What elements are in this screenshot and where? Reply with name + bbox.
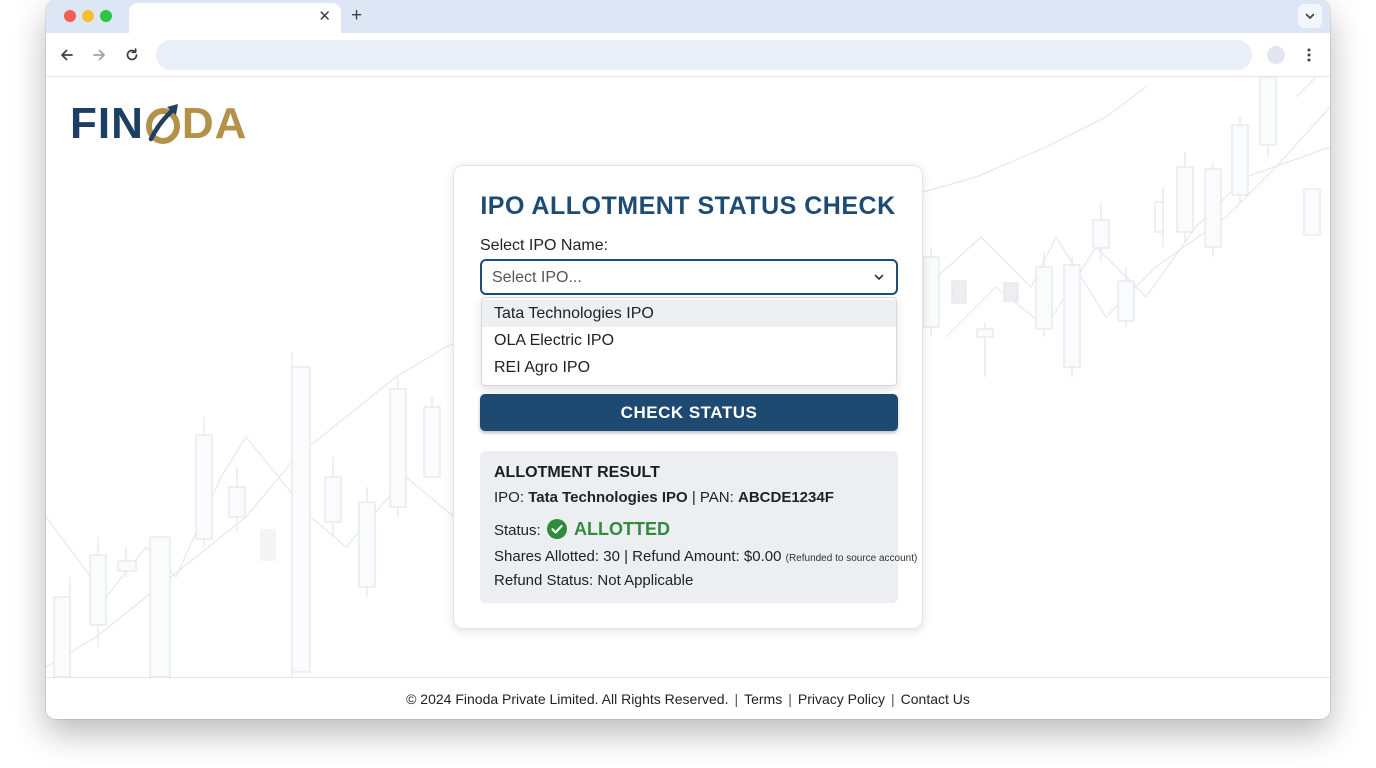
privacy-policy-link[interactable]: Privacy Policy <box>798 691 885 707</box>
result-refund-status: Refund Status: Not Applicable <box>494 572 694 589</box>
chevron-down-icon <box>874 274 884 280</box>
maximize-window-button[interactable] <box>100 10 112 22</box>
close-icon[interactable]: ✕ <box>318 8 331 26</box>
dropdown-option-ola[interactable]: OLA Electric IPO <box>482 327 896 354</box>
active-tab[interactable]: ✕ <box>129 3 341 33</box>
check-status-button[interactable]: CHECK STATUS <box>480 394 898 431</box>
chevron-down-icon <box>1305 13 1315 19</box>
arrow-left-icon <box>61 49 73 61</box>
logo-growth-arrow-icon <box>145 101 181 147</box>
ipo-status-card: IPO ALLOTMENT STATUS CHECK Select IPO Na… <box>453 165 923 629</box>
back-button[interactable] <box>57 45 77 65</box>
select-placeholder: Select IPO... <box>492 269 582 286</box>
result-status-line: Status: ALLOTTED <box>494 519 671 540</box>
ipo-select[interactable]: Select IPO... <box>480 259 898 295</box>
more-vertical-icon <box>1307 48 1311 62</box>
close-window-button[interactable] <box>64 10 76 22</box>
tab-search-button[interactable] <box>1298 4 1322 28</box>
browser-menu-button[interactable] <box>1300 45 1318 65</box>
forward-button[interactable] <box>89 45 109 65</box>
reload-button[interactable] <box>122 45 142 65</box>
browser-window: ✕ + FIN DA IPO ALLOTMENT STATUS CHECK Se… <box>46 0 1330 719</box>
result-pan-value: ABCDE1234F <box>737 489 834 506</box>
status-badge: ALLOTTED <box>574 519 671 539</box>
reload-icon <box>126 48 138 61</box>
copyright-text: © 2024 Finoda Private Limited. All Right… <box>406 690 729 707</box>
tab-strip: ✕ + <box>46 0 1330 33</box>
result-ipo-value: Tata Technologies IPO <box>528 489 688 506</box>
plus-icon[interactable]: + <box>351 5 362 27</box>
result-title: ALLOTMENT RESULT <box>494 464 660 481</box>
dropdown-option-rei[interactable]: REI Agro IPO <box>482 354 896 381</box>
browser-toolbar <box>46 33 1330 77</box>
ipo-dropdown-list: Tata Technologies IPO OLA Electric IPO R… <box>481 297 897 386</box>
profile-avatar[interactable] <box>1267 46 1285 64</box>
result-ipo-line: IPO: Tata Technologies IPO | PAN: ABCDE1… <box>494 489 834 506</box>
terms-link[interactable]: Terms <box>744 691 782 707</box>
page-footer: © 2024 Finoda Private Limited. All Right… <box>46 677 1330 719</box>
arrow-right-icon <box>93 49 105 61</box>
select-ipo-label: Select IPO Name: <box>480 237 609 254</box>
page-content: FIN DA IPO ALLOTMENT STATUS CHECK Select… <box>46 77 1330 719</box>
page-title: IPO ALLOTMENT STATUS CHECK <box>480 192 896 220</box>
contact-us-link[interactable]: Contact Us <box>901 691 970 707</box>
refund-note: (Refunded to source account) <box>785 553 918 564</box>
dropdown-option-tata[interactable]: Tata Technologies IPO <box>482 300 896 327</box>
allotment-result-panel: ALLOTMENT RESULT IPO: Tata Technologies … <box>480 451 917 603</box>
check-circle-icon <box>546 519 567 540</box>
finoda-logo[interactable]: FIN DA <box>70 101 247 147</box>
minimize-window-button[interactable] <box>82 10 94 22</box>
address-bar[interactable] <box>156 40 1252 70</box>
result-shares-line: Shares Allotted: 30 | Refund Amount: $0.… <box>494 548 918 565</box>
